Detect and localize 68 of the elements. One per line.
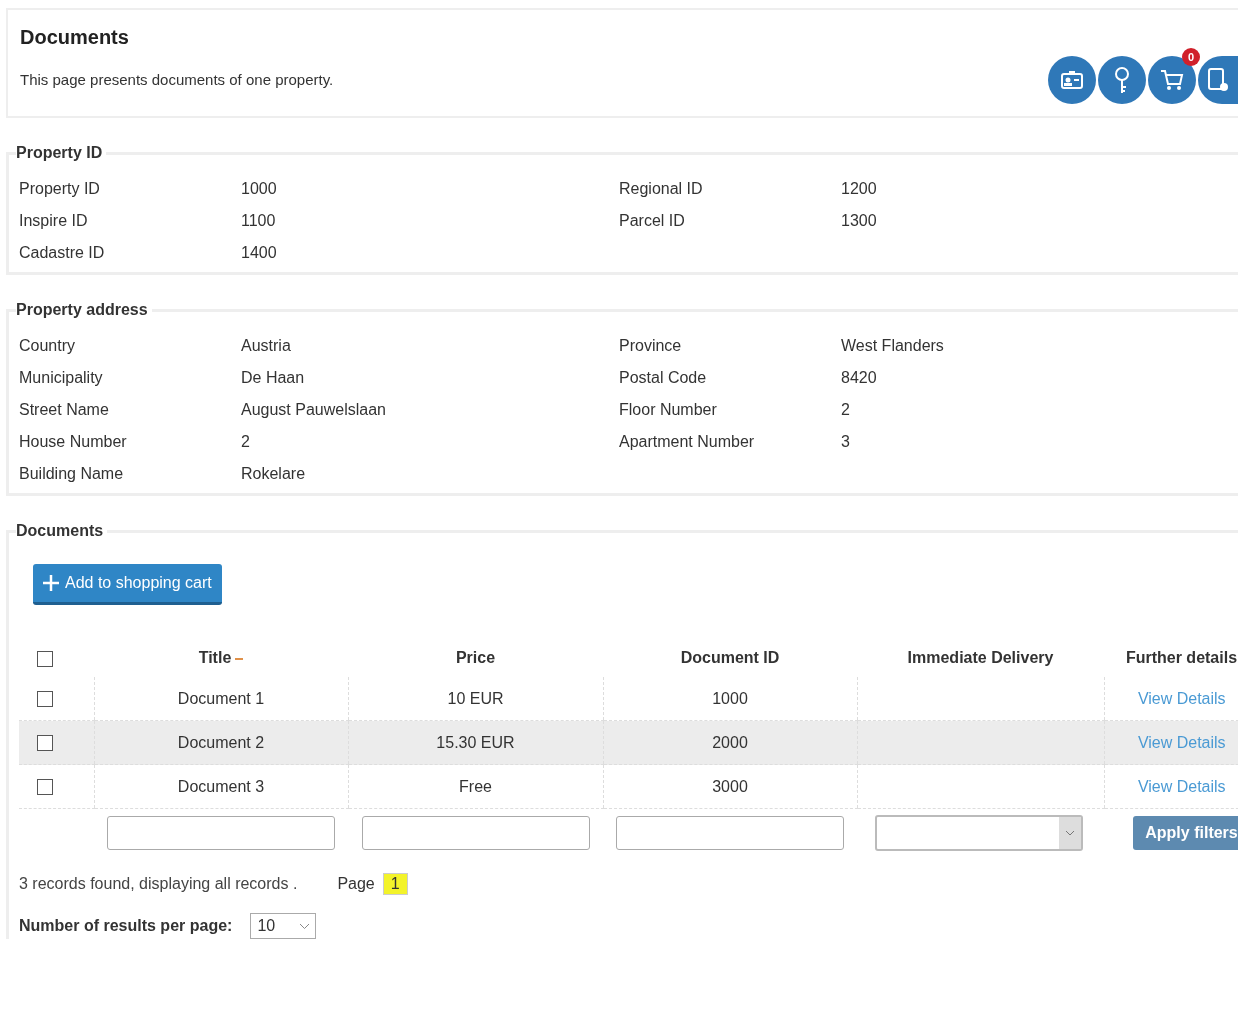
field-label: Parcel ID — [619, 212, 686, 230]
select-all-checkbox[interactable] — [37, 650, 53, 667]
field-label: Regional ID — [619, 180, 704, 198]
table-cell: Document 1 — [177, 689, 265, 707]
apply-filters-button[interactable]: Apply filters — [1133, 816, 1238, 850]
field-label: Municipality — [19, 369, 104, 387]
table-cell: 3000 — [712, 777, 748, 795]
field-value: 1000 — [241, 180, 278, 198]
field-label: Floor Number — [619, 401, 718, 419]
results-per-page-label: Number of results per page: — [19, 917, 233, 935]
field-label: Postal Code — [619, 369, 708, 387]
field-value: 1300 — [841, 212, 878, 230]
field-label: Inspire ID — [19, 212, 89, 230]
field-value: 1100 — [241, 212, 277, 230]
price-filter-field[interactable] — [361, 816, 590, 850]
chevron-down-icon — [1066, 830, 1074, 836]
records-summary: 3 records found, displaying all records . — [19, 875, 298, 893]
section-legend: Documents — [16, 522, 108, 540]
key-icon[interactable] — [1098, 56, 1146, 104]
page-number[interactable]: 1 — [382, 873, 408, 895]
chevron-down-icon — [300, 923, 310, 929]
table-cell: Document 3 — [177, 777, 265, 795]
field-label: Street Name — [19, 401, 110, 419]
page-title: Documents — [20, 26, 130, 49]
field-label: Cadastre ID — [19, 244, 106, 262]
page-description: This page presents documents of one property. — [20, 71, 334, 88]
document-icon[interactable] — [1198, 56, 1238, 104]
cart-count-badge: 0 — [1182, 48, 1200, 66]
field-value: 1400 — [241, 244, 278, 262]
table-cell: 1000 — [712, 689, 748, 707]
column-header[interactable]: Title — [198, 649, 232, 666]
column-header[interactable]: Immediate Delivery — [907, 649, 1054, 666]
page-label: Page — [337, 875, 375, 893]
field-label: Property ID — [19, 180, 101, 198]
table-cell: 15.30 EUR — [436, 733, 515, 751]
field-value: Rokelare — [241, 465, 307, 483]
field-label: Building Name — [19, 465, 125, 483]
add-to-cart-button[interactable]: Add to shopping cart — [33, 564, 222, 605]
field-value: De Haan — [241, 369, 306, 387]
field-label: Apartment Number — [619, 433, 756, 451]
plus-icon — [43, 575, 59, 591]
row-checkbox[interactable] — [37, 735, 53, 752]
row-checkbox[interactable] — [37, 691, 53, 708]
table-cell: Free — [459, 777, 492, 795]
results-per-page-dropdown[interactable]: 10 — [250, 913, 317, 939]
field-value: August Pauwelslaan — [241, 401, 387, 419]
document-id-filter-field[interactable] — [616, 816, 844, 850]
section-legend: Property ID — [16, 144, 107, 162]
field-value: 2 — [841, 401, 851, 419]
table-cell: Document 2 — [177, 733, 265, 751]
field-label: House Number — [19, 433, 128, 451]
field-value: Austria — [241, 337, 292, 355]
field-value: West Flanders — [841, 337, 945, 355]
row-checkbox[interactable] — [37, 779, 53, 796]
field-label: Province — [619, 337, 683, 355]
field-value: 2 — [241, 433, 251, 451]
field-value: 1200 — [841, 180, 878, 198]
column-header[interactable]: Further details — [1125, 649, 1238, 666]
column-header[interactable]: Price — [455, 649, 496, 666]
column-header[interactable]: Document ID — [680, 649, 780, 666]
field-label: Country — [19, 337, 77, 355]
field-value: 3 — [841, 433, 851, 451]
table-cell: 2000 — [712, 733, 748, 751]
section-legend: Property address — [16, 301, 152, 319]
table-cell: 10 EUR — [447, 689, 504, 707]
field-value: 8420 — [841, 369, 878, 387]
contact-card-icon[interactable] — [1048, 56, 1096, 104]
title-filter-field[interactable] — [107, 816, 335, 850]
